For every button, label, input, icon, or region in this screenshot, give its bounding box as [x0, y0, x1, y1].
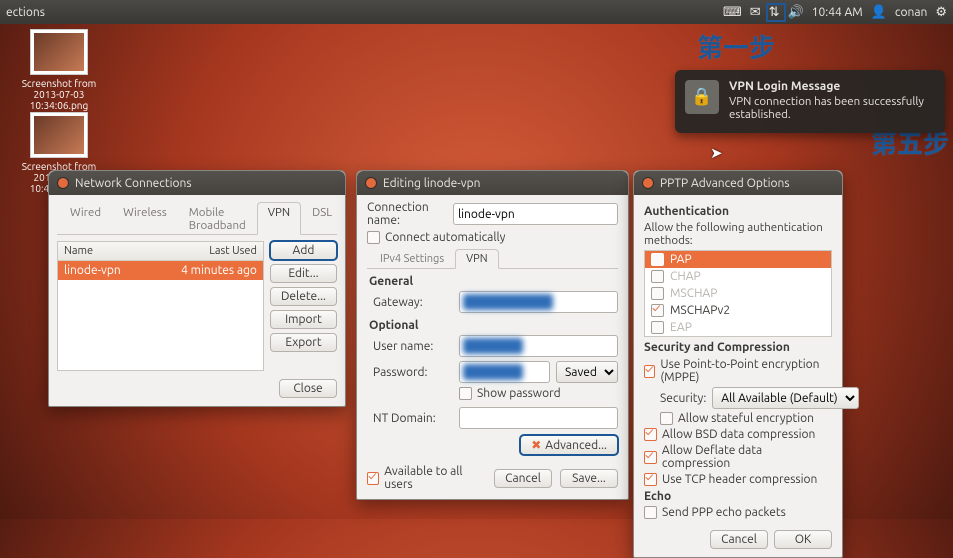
cell-name: linode-vpn: [58, 261, 163, 280]
col-name[interactable]: Name: [58, 242, 163, 260]
tab-vpn[interactable]: VPN: [257, 202, 301, 235]
security-select[interactable]: All Available (Default): [712, 387, 859, 409]
username[interactable]: conan: [895, 6, 927, 19]
connection-name-label: Connection name:: [367, 201, 447, 227]
ntdomain-input[interactable]: [459, 407, 618, 429]
cancel-button[interactable]: Cancel: [710, 530, 768, 549]
tab-mobile-broadband[interactable]: Mobile Broadband: [178, 202, 257, 235]
cancel-button[interactable]: Cancel: [494, 469, 552, 488]
auth-methods-label: Allow the following authentication metho…: [644, 221, 832, 247]
method-pap[interactable]: PAP: [645, 251, 831, 268]
titlebar[interactable]: PPTP Advanced Options: [634, 171, 842, 195]
section-general: General: [369, 275, 618, 288]
volume-icon[interactable]: 🔊: [788, 6, 804, 19]
list-item[interactable]: linode-vpn 4 minutes ago: [58, 261, 263, 280]
send-ppp-checkbox[interactable]: Send PPP echo packets: [644, 506, 786, 519]
subtab-ipv4[interactable]: IPv4 Settings: [369, 249, 455, 269]
allow-stateful-checkbox[interactable]: Allow stateful encryption: [660, 412, 832, 425]
notification-bubble: 🔒 VPN Login Message VPN connection has b…: [675, 70, 945, 133]
section-authentication: Authentication: [644, 205, 832, 218]
user-icon[interactable]: 👤: [871, 6, 887, 19]
advanced-button[interactable]: ✖Advanced...: [520, 435, 618, 455]
annotation-step1: 第一步: [697, 28, 775, 65]
password-label: Password:: [373, 366, 453, 379]
password-mode-select[interactable]: Saved: [556, 361, 618, 383]
available-to-all-checkbox[interactable]: Available to all users: [367, 465, 486, 491]
connections-list[interactable]: Name Last Used linode-vpn 4 minutes ago: [57, 241, 264, 371]
network-icon[interactable]: ⇅: [769, 6, 780, 19]
window-edit-vpn: Editing linode-vpn Connection name: Conn…: [356, 170, 629, 500]
thumbnail-icon: [30, 29, 88, 75]
thumbnail-icon: [30, 112, 88, 158]
auth-methods-list[interactable]: PAP CHAP MSCHAP MSCHAPv2 EAP: [644, 250, 832, 337]
add-button[interactable]: Add: [270, 241, 337, 260]
window-title: Network Connections: [75, 177, 192, 190]
col-last-used[interactable]: Last Used: [163, 242, 263, 260]
allow-bsd-checkbox[interactable]: Allow BSD data compression: [644, 428, 832, 441]
titlebar[interactable]: Editing linode-vpn: [357, 171, 628, 195]
tab-wireless[interactable]: Wireless: [112, 202, 178, 235]
delete-button[interactable]: Delete...: [270, 287, 337, 306]
method-eap[interactable]: EAP: [645, 319, 831, 336]
method-mschapv2[interactable]: MSCHAPv2: [645, 302, 831, 319]
window-title: PPTP Advanced Options: [660, 177, 790, 190]
keyboard-icon[interactable]: ⌨: [723, 6, 742, 19]
section-echo: Echo: [644, 490, 832, 503]
close-icon[interactable]: [57, 177, 69, 189]
security-label: Security:: [660, 392, 706, 405]
tab-wired[interactable]: Wired: [59, 202, 112, 235]
connect-automatically-checkbox[interactable]: Connect automatically: [367, 231, 505, 244]
notification-body: VPN connection has been successfully est…: [729, 95, 933, 121]
panel-title: ections: [6, 6, 45, 19]
indicator-area: ⌨ ✉ ⇅ 🔊 10:44 AM 👤 conan ⚙: [723, 6, 947, 19]
username-label: User name:: [373, 340, 453, 353]
vpn-subtabs: IPv4 Settings VPN: [367, 248, 618, 269]
lock-icon: 🔒: [685, 80, 719, 114]
tab-dsl[interactable]: DSL: [301, 202, 343, 235]
export-button[interactable]: Export: [270, 333, 337, 352]
allow-deflate-checkbox[interactable]: Allow Deflate data compression: [644, 444, 832, 470]
use-tcp-checkbox[interactable]: Use TCP header compression: [644, 473, 832, 486]
section-optional: Optional: [369, 319, 618, 332]
window-title: Editing linode-vpn: [383, 177, 480, 190]
import-button[interactable]: Import: [270, 310, 337, 329]
connection-name-input[interactable]: [453, 203, 618, 225]
close-icon[interactable]: [365, 177, 377, 189]
edit-button[interactable]: Edit...: [270, 264, 337, 283]
gateway-label: Gateway:: [373, 296, 453, 309]
notification-title: VPN Login Message: [729, 80, 933, 93]
method-mschap[interactable]: MSCHAP: [645, 285, 831, 302]
gear-icon[interactable]: ⚙: [935, 6, 947, 19]
close-icon[interactable]: [642, 177, 654, 189]
top-panel: ections ⌨ ✉ ⇅ 🔊 10:44 AM 👤 conan ⚙: [0, 0, 953, 24]
cursor-icon: ➤: [710, 144, 723, 162]
desktop-icon[interactable]: Screenshot from 2013-07-03 10:34:06.png: [14, 29, 104, 111]
close-button[interactable]: Close: [279, 379, 337, 398]
desktop-icon-label: Screenshot from 2013-07-03 10:34:06.png: [14, 78, 104, 111]
titlebar[interactable]: Network Connections: [49, 171, 345, 195]
mail-icon[interactable]: ✉: [750, 6, 761, 19]
wrench-icon: ✖: [531, 439, 541, 452]
save-button[interactable]: Save...: [560, 469, 618, 488]
section-security: Security and Compression: [644, 341, 832, 354]
use-mppe-checkbox[interactable]: Use Point-to-Point encryption (MPPE): [644, 358, 832, 384]
clock[interactable]: 10:44 AM: [812, 6, 863, 19]
ok-button[interactable]: OK: [774, 530, 832, 549]
show-password-checkbox[interactable]: Show password: [459, 387, 561, 400]
ntdomain-label: NT Domain:: [373, 412, 453, 425]
method-chap[interactable]: CHAP: [645, 268, 831, 285]
connections-tabs: Wired Wireless Mobile Broadband VPN DSL: [57, 201, 337, 235]
window-pptp-advanced: PPTP Advanced Options Authentication All…: [633, 170, 843, 558]
subtab-vpn[interactable]: VPN: [455, 249, 498, 269]
window-network-connections: Network Connections Wired Wireless Mobil…: [48, 170, 346, 407]
cell-last-used: 4 minutes ago: [163, 261, 263, 280]
